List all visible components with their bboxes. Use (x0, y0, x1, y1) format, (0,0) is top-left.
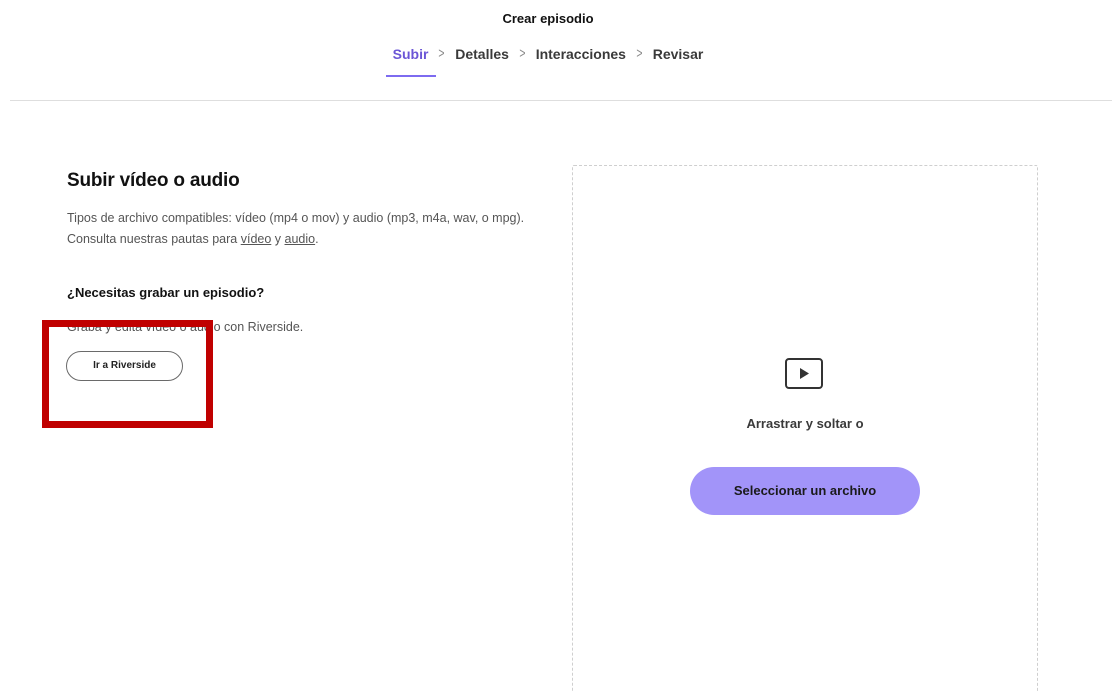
record-text: Graba y edita vídeo o audio con Riversid… (67, 320, 304, 334)
upload-title: Subir vídeo o audio (67, 170, 240, 191)
step-subir[interactable]: Subir (385, 46, 437, 77)
chevron-right-icon: > (636, 45, 643, 62)
description-end: . (315, 232, 319, 246)
step-interacciones[interactable]: Interacciones (535, 46, 627, 62)
select-file-button[interactable]: Seleccionar un archivo (690, 467, 920, 515)
video-play-icon (785, 358, 823, 389)
chevron-right-icon: > (438, 45, 445, 62)
chevron-right-icon: > (519, 45, 526, 62)
upload-description: Tipos de archivo compatibles: vídeo (mp4… (67, 208, 537, 250)
video-guidelines-link[interactable]: vídeo (241, 232, 272, 246)
page-title: Crear episodio (502, 11, 594, 26)
create-episode-page: Crear episodio Subir > Detalles > Intera… (0, 0, 1112, 692)
go-to-riverside-button[interactable]: Ir a Riverside (66, 351, 183, 381)
drag-drop-text: Arrastrar y soltar o (746, 416, 864, 431)
header-divider (10, 100, 1112, 101)
description-conjunction: y (271, 232, 285, 246)
step-revisar[interactable]: Revisar (652, 46, 705, 62)
step-detalles[interactable]: Detalles (454, 46, 510, 62)
record-heading: ¿Necesitas grabar un episodio? (67, 285, 265, 300)
audio-guidelines-link[interactable]: audio (285, 232, 316, 246)
stepper: Subir > Detalles > Interacciones > Revis… (0, 45, 1096, 77)
